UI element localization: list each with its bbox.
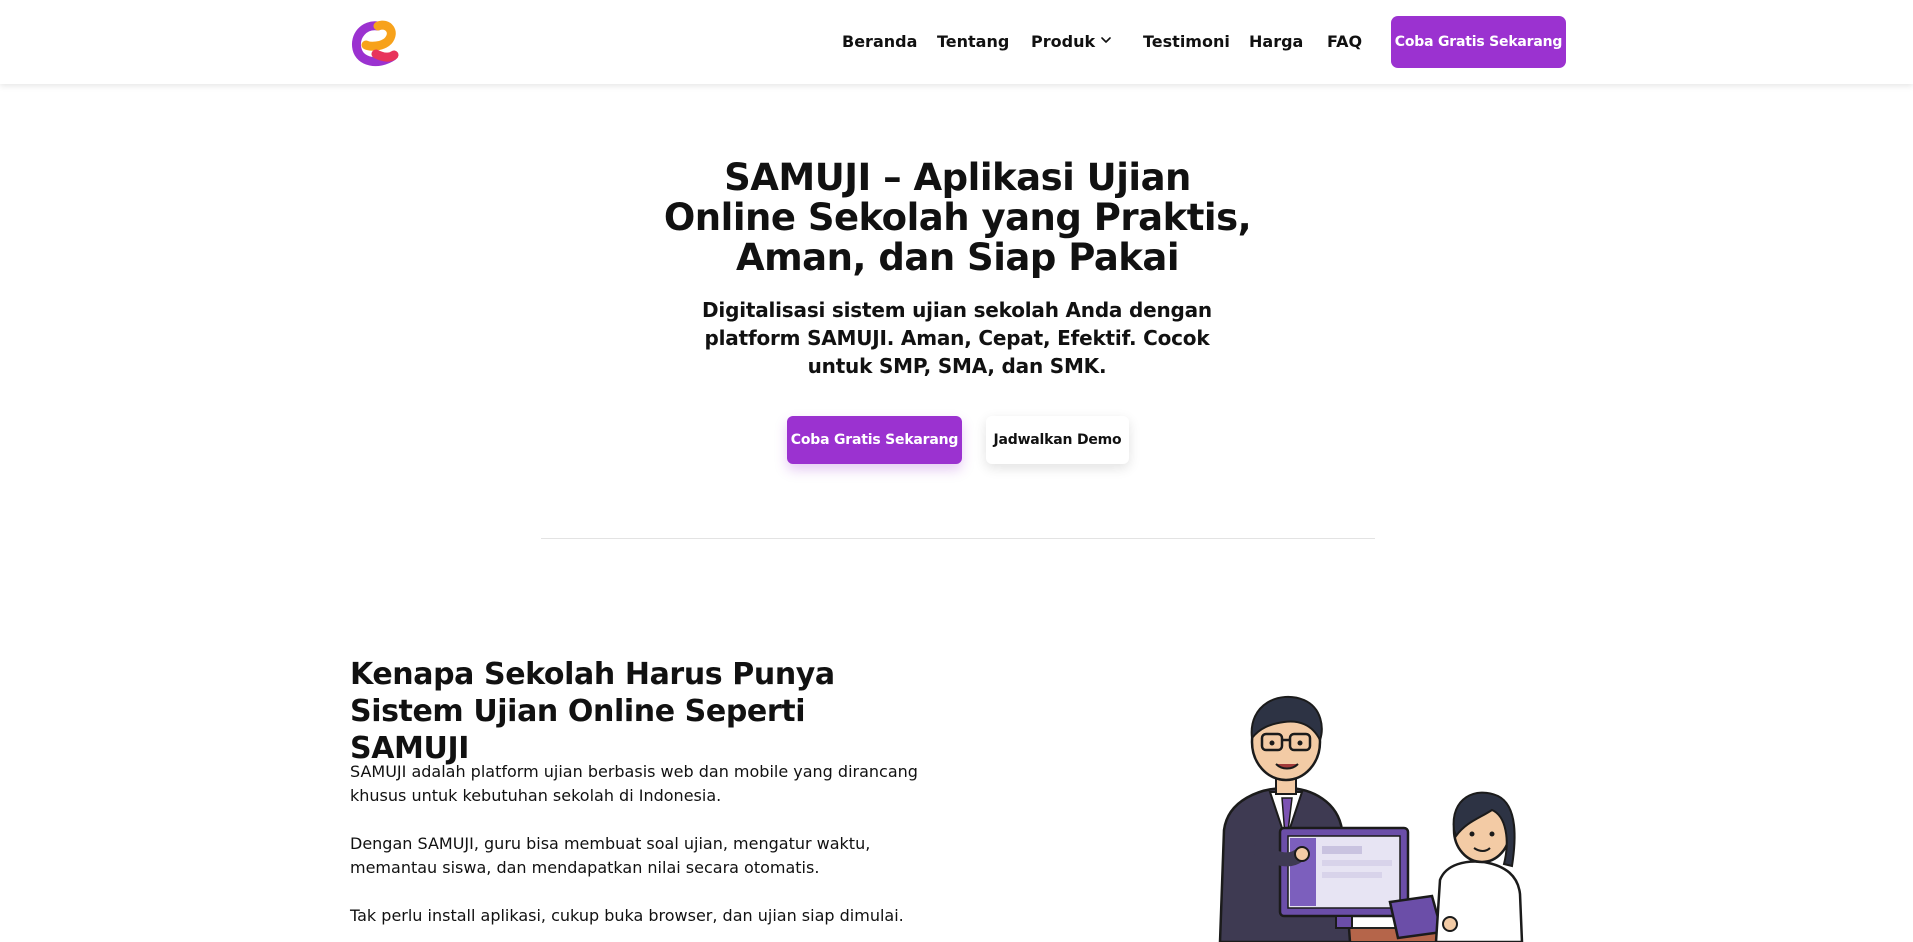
nav-beranda[interactable]: Beranda	[842, 30, 917, 54]
hero-subtitle: Digitalisasi sistem ujian sekolah Anda d…	[702, 298, 1212, 378]
brand-logo-icon[interactable]	[348, 14, 404, 70]
nav-faq[interactable]: FAQ	[1327, 30, 1362, 54]
nav-testimoni[interactable]: Testimoni	[1143, 30, 1230, 54]
nav-tentang[interactable]: Tentang	[937, 30, 1009, 54]
nav-produk-label: Produk	[1031, 32, 1096, 51]
why-paragraph-2: Dengan SAMUJI, guru bisa membuat soal uj…	[350, 834, 871, 877]
nav-harga[interactable]: Harga	[1249, 30, 1303, 54]
chevron-down-icon	[1101, 37, 1111, 43]
site-header: Beranda Tentang Produk Testimoni Harga F…	[0, 0, 1913, 84]
header-cta-button[interactable]: Coba Gratis Sekarang	[1391, 16, 1566, 68]
hero-demo-button[interactable]: Jadwalkan Demo	[986, 416, 1129, 464]
why-section-title: Kenapa Sekolah Harus Punya Sistem Ujian …	[350, 657, 835, 766]
teacher-student-computer-illustration	[1218, 695, 1524, 942]
section-divider	[541, 538, 1375, 539]
hero-title: SAMUJI – Aplikasi Ujian Online Sekolah y…	[663, 156, 1252, 279]
hero-trial-button[interactable]: Coba Gratis Sekarang	[787, 416, 962, 464]
why-paragraph-1: SAMUJI adalah platform ujian berbasis we…	[350, 762, 918, 805]
nav-produk[interactable]: Produk	[1031, 30, 1111, 54]
why-paragraph-3: Tak perlu install aplikasi, cukup buka b…	[350, 906, 904, 925]
